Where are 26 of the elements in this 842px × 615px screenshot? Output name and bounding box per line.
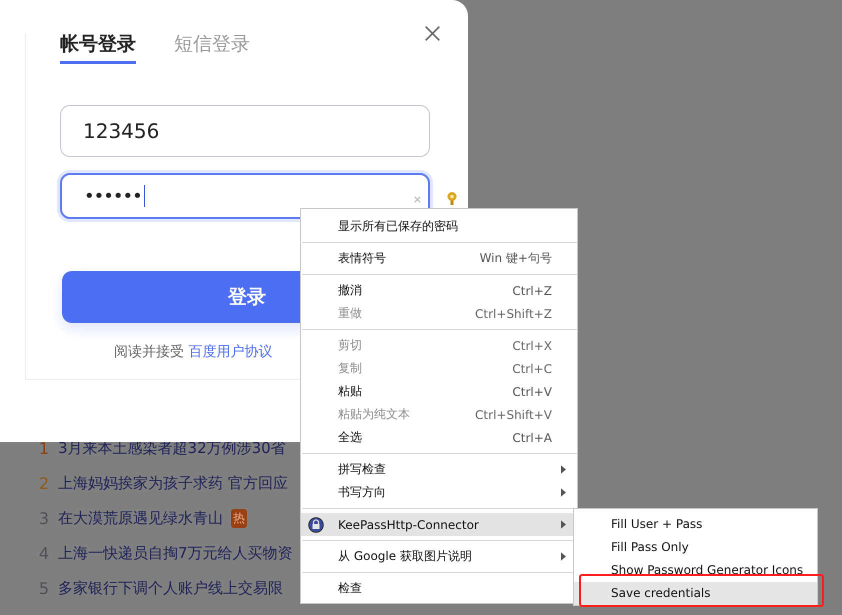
news-link[interactable]: 在大漠荒原遇见绿水青山: [58, 509, 223, 528]
username-field[interactable]: 123456: [60, 105, 430, 157]
menu-item[interactable]: 表情符号 Win 键+句号: [301, 247, 577, 270]
menu-item[interactable]: Fill User + Pass: [574, 513, 817, 536]
lock-icon: [308, 516, 324, 532]
menu-item[interactable]: 拼写检查: [301, 458, 577, 481]
agreement-link[interactable]: 百度用户协议: [188, 344, 272, 360]
news-link[interactable]: 上海妈妈挨家为孩子求药 官方回应: [58, 474, 288, 493]
key-icon[interactable]: [446, 191, 458, 206]
clear-icon[interactable]: [413, 195, 422, 204]
menu-item[interactable]: 从 Google 获取图片说明: [301, 545, 577, 568]
rank-number: 1: [38, 439, 50, 458]
password-field[interactable]: ••••••: [60, 173, 430, 219]
menu-item[interactable]: 书写方向: [301, 481, 577, 504]
menu-item[interactable]: 检查: [301, 577, 577, 600]
menu-item[interactable]: 全选 Ctrl+A: [301, 426, 577, 449]
login-tab[interactable]: 帐号登录: [60, 33, 136, 64]
hot-badge: 热: [231, 509, 247, 528]
news-link[interactable]: 多家银行下调个人账户线上交易限: [58, 579, 283, 598]
menu-item[interactable]: Save credentials: [574, 582, 817, 605]
close-icon[interactable]: [424, 25, 441, 42]
menu-item[interactable]: Show Password Generator Icons: [574, 559, 817, 582]
menu-item[interactable]: 粘贴 Ctrl+V: [301, 380, 577, 403]
menu-item[interactable]: Fill Pass Only: [574, 536, 817, 559]
news-link[interactable]: 上海一快递员自掏7万元给人买物资: [58, 544, 293, 563]
rank-number: 2: [38, 474, 50, 493]
